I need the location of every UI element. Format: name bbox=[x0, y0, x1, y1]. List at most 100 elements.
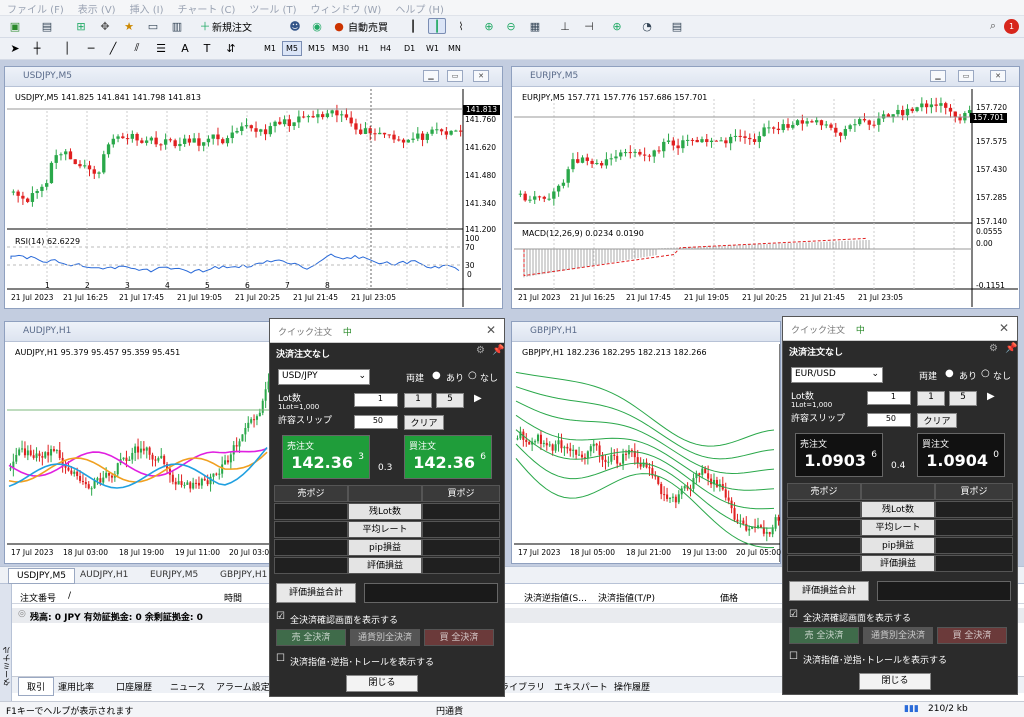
lot-1-button[interactable]: 1 bbox=[917, 391, 945, 406]
terminal-tab-trade[interactable]: 取引 bbox=[18, 677, 55, 696]
tf-h1[interactable]: H1 bbox=[354, 41, 373, 56]
label-tool-icon[interactable]: T bbox=[198, 40, 216, 56]
symbol-select[interactable]: EUR/USD ⌄ bbox=[791, 367, 883, 383]
tester-icon[interactable]: ▥ bbox=[168, 18, 186, 34]
clear-button[interactable]: クリア bbox=[917, 413, 957, 428]
chart-tab-usdjpy[interactable]: USDJPY,M5 bbox=[8, 568, 75, 584]
show-stops-checkbox[interactable]: ☐ bbox=[789, 651, 798, 662]
search-icon[interactable]: ⌕ bbox=[984, 18, 1002, 34]
col-time[interactable]: 時間 bbox=[224, 591, 242, 604]
maximize-button[interactable]: ▭ bbox=[447, 70, 463, 82]
zoom-in-icon[interactable]: ⊕ bbox=[480, 18, 498, 34]
tf-m5[interactable]: M5 bbox=[282, 41, 302, 56]
arrows-icon[interactable]: ⇵ bbox=[222, 40, 240, 56]
close-panel-button[interactable]: 閉じる bbox=[346, 675, 418, 692]
terminal-icon[interactable]: ▭ bbox=[144, 18, 162, 34]
radio-yes[interactable]: ● bbox=[432, 370, 441, 381]
auto-trade-icon[interactable]: ● bbox=[330, 18, 348, 34]
menu-tools[interactable]: ツール (T) bbox=[242, 0, 303, 16]
pair-close-all-button[interactable]: 通貨別全決済 bbox=[350, 629, 420, 646]
tf-h4[interactable]: H4 bbox=[376, 41, 395, 56]
market-watch-icon[interactable]: ⊞ bbox=[72, 18, 90, 34]
vertical-line-icon[interactable]: │ bbox=[58, 40, 76, 56]
horizontal-line-icon[interactable]: ─ bbox=[82, 40, 100, 56]
total-pnl-button[interactable]: 評価損益合計 bbox=[276, 583, 356, 603]
sell-order-button[interactable]: 売注文 1.0903 6 bbox=[795, 433, 883, 477]
tf-m1[interactable]: M1 bbox=[260, 41, 280, 56]
menu-file[interactable]: ファイル (F) bbox=[0, 0, 71, 16]
chart-area[interactable]: GBPJPY,H1 182.236 182.295 182.213 182.26… bbox=[514, 344, 781, 562]
pin-label[interactable]: 中 bbox=[343, 328, 352, 338]
tile-windows-icon[interactable]: ▦ bbox=[526, 18, 544, 34]
candle-chart-icon[interactable]: ┃ bbox=[428, 18, 446, 34]
terminal-tab-journal[interactable]: 操作履歴 bbox=[614, 680, 650, 693]
auto-trade-button[interactable]: 自動売買 bbox=[348, 19, 388, 34]
terminal-tab-experts[interactable]: エキスパート bbox=[554, 680, 608, 693]
indicators-icon[interactable]: ⊕ bbox=[608, 18, 626, 34]
chart-window-usdjpy[interactable]: USDJPY,M5 ▁ ▭ ✕ USDJPY,M5 141.825 141.84… bbox=[4, 66, 503, 309]
signals-icon[interactable]: ◉ bbox=[308, 18, 326, 34]
close-icon[interactable]: ✕ bbox=[999, 321, 1009, 335]
settings-icon[interactable]: ⚙ bbox=[476, 345, 485, 356]
terminal-tab-exposure[interactable]: 運用比率 bbox=[58, 680, 94, 693]
chart-area[interactable]: EURJPY,M5 157.771 157.776 157.686 157.70… bbox=[514, 89, 1018, 307]
settings-icon[interactable]: ⚙ bbox=[989, 343, 998, 354]
chart-tab-eurjpy[interactable]: EURJPY,M5 bbox=[150, 570, 198, 580]
symbol-select[interactable]: USD/JPY ⌄ bbox=[278, 369, 370, 385]
minimize-button[interactable]: ▁ bbox=[423, 70, 439, 82]
lot-5-button[interactable]: 5 bbox=[436, 393, 464, 408]
radio-yes[interactable]: ● bbox=[945, 368, 954, 379]
notification-badge[interactable]: 1 bbox=[1004, 19, 1019, 34]
menu-insert[interactable]: 挿入 (I) bbox=[123, 0, 171, 16]
trendline-icon[interactable]: ╱ bbox=[104, 40, 122, 56]
close-button[interactable]: ✕ bbox=[473, 70, 489, 82]
community-icon[interactable]: ☻ bbox=[286, 18, 304, 34]
show-stops-checkbox[interactable]: ☐ bbox=[276, 653, 285, 664]
confirm-checkbox[interactable]: ☑ bbox=[789, 609, 798, 620]
radio-no[interactable]: ○ bbox=[468, 370, 477, 381]
chart-shift-icon[interactable]: ⊣ bbox=[580, 18, 598, 34]
close-button[interactable]: ✕ bbox=[990, 70, 1006, 82]
chart-window-eurjpy[interactable]: EURJPY,M5 ▁ ▭ ✕ EURJPY,M5 157.771 157.77… bbox=[511, 66, 1020, 309]
profiles-icon[interactable]: ▤ bbox=[38, 18, 56, 34]
crosshair-icon[interactable]: ┼ bbox=[28, 40, 46, 56]
chart-area[interactable]: AUDJPY,H1 95.379 95.457 95.359 95.451 17… bbox=[7, 344, 274, 562]
buy-order-button[interactable]: 買注文 1.0904 0 bbox=[917, 433, 1005, 477]
confirm-checkbox[interactable]: ☑ bbox=[276, 611, 285, 622]
terminal-tab-library[interactable]: ライブラリ bbox=[500, 680, 545, 693]
slip-input[interactable]: 50 bbox=[354, 415, 398, 429]
radio-no[interactable]: ○ bbox=[981, 368, 990, 379]
navigator-icon[interactable]: ★ bbox=[120, 18, 138, 34]
tf-d1[interactable]: D1 bbox=[400, 41, 419, 56]
terminal-tab-history[interactable]: 口座履歴 bbox=[116, 680, 152, 693]
terminal-tab-alerts[interactable]: アラーム設定 bbox=[216, 680, 270, 693]
chart-window-audjpy[interactable]: AUDJPY,H1 AUDJPY,H1 95.379 95.457 95.359… bbox=[4, 321, 274, 564]
sell-close-all-button[interactable]: 売 全決済 bbox=[276, 629, 346, 646]
minimize-button[interactable]: ▁ bbox=[930, 70, 946, 82]
pin-icon[interactable]: 📌 bbox=[1005, 343, 1017, 354]
lot-5-button[interactable]: 5 bbox=[949, 391, 977, 406]
maximize-button[interactable]: ▭ bbox=[958, 70, 974, 82]
templates-icon[interactable]: ▤ bbox=[668, 18, 686, 34]
menu-chart[interactable]: チャート (C) bbox=[171, 0, 243, 16]
sell-order-button[interactable]: 売注文 142.36 3 bbox=[282, 435, 370, 479]
play-icon[interactable]: ▶ bbox=[474, 393, 482, 404]
close-icon[interactable]: ✕ bbox=[486, 323, 496, 337]
lot-1-button[interactable]: 1 bbox=[404, 393, 432, 408]
cursor-icon[interactable]: ➤ bbox=[6, 40, 24, 56]
chart-tab-audjpy[interactable]: AUDJPY,H1 bbox=[80, 570, 128, 580]
buy-close-all-button[interactable]: 買 全決済 bbox=[424, 629, 494, 646]
new-chart-icon[interactable]: ▣ bbox=[6, 18, 24, 34]
fibonacci-icon[interactable]: ☰ bbox=[152, 40, 170, 56]
col-sort[interactable]: / bbox=[68, 591, 71, 601]
close-panel-button[interactable]: 閉じる bbox=[859, 673, 931, 690]
buy-close-all-button[interactable]: 買 全決済 bbox=[937, 627, 1007, 644]
col-order-no[interactable]: 注文番号 bbox=[20, 591, 56, 604]
line-chart-icon[interactable]: ⌇ bbox=[452, 18, 470, 34]
new-order-button[interactable]: 新規注文 bbox=[212, 19, 252, 34]
chart-area[interactable]: USDJPY,M5 141.825 141.841 141.798 141.81… bbox=[7, 89, 501, 307]
tf-m30[interactable]: M30 bbox=[328, 41, 353, 56]
tf-m15[interactable]: M15 bbox=[304, 41, 329, 56]
text-tool-icon[interactable]: A bbox=[176, 40, 194, 56]
pin-icon[interactable]: 📌 bbox=[492, 345, 504, 356]
